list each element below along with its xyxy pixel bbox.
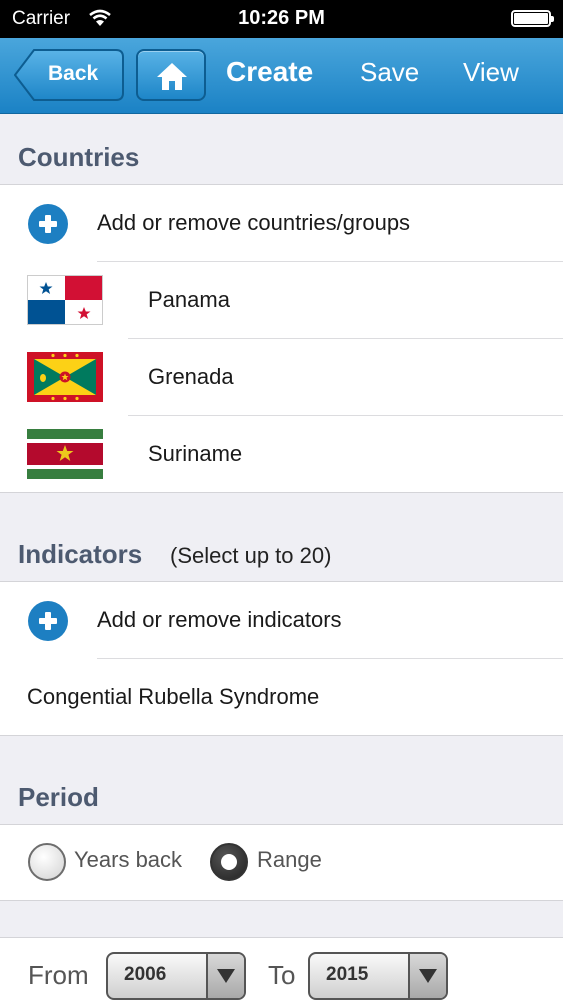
add-indicators-row[interactable]: Add or remove indicators [0,582,563,659]
period-section-header: Period [0,736,563,824]
years-back-radio[interactable] [28,843,66,881]
indicators-list: Add or remove indicators Congential Rube… [0,581,563,736]
country-name: Suriname [148,441,243,466]
add-countries-row[interactable]: Add or remove countries/groups [0,185,563,262]
chevron-down-icon [206,954,244,998]
view-button[interactable]: View [463,57,519,88]
to-year-value: 2015 [326,964,369,985]
indicators-section-header: Indicators (Select up to 20) [0,493,563,581]
range-radio[interactable] [210,843,248,881]
home-button[interactable] [136,49,206,101]
add-countries-label: Add or remove countries/groups [97,210,411,235]
indicator-name: Congential Rubella Syndrome [27,684,320,709]
range-selector-row: From 2006 To 2015 [0,937,563,1000]
grenada-flag-icon [27,352,103,402]
to-label: To [268,960,296,990]
back-button[interactable]: Back [14,49,124,101]
period-options: Years back Range [0,824,563,901]
country-row-grenada[interactable]: Grenada [0,339,563,416]
to-year-select[interactable]: 2015 [308,952,448,1000]
from-year-value: 2006 [124,964,167,985]
from-label: From [28,960,89,990]
panama-flag-icon [27,275,103,325]
years-back-label[interactable]: Years back [74,847,182,873]
plus-circle-icon [28,601,68,641]
indicators-subtitle: (Select up to 20) [170,543,332,568]
navigation-bar: Back Create Save View [0,38,563,114]
from-year-select[interactable]: 2006 [106,952,246,1000]
save-button[interactable]: Save [360,57,419,88]
countries-list: Add or remove countries/groups Panama Gr… [0,184,563,493]
period-title: Period [18,782,99,812]
country-row-panama[interactable]: Panama [0,262,563,339]
countries-section-header: Countries [0,114,563,184]
chevron-down-icon [408,954,446,998]
indicators-title: Indicators [18,539,143,569]
country-name: Panama [148,287,230,312]
page-title: Create [226,56,314,87]
clock: 10:26 PM [238,7,325,29]
plus-circle-icon [28,204,68,244]
add-indicators-label: Add or remove indicators [97,607,342,632]
battery-icon [511,10,554,27]
home-icon [157,63,187,90]
suriname-flag-icon [27,429,103,479]
back-label: Back [48,62,99,85]
status-bar: Carrier 10:26 PM [0,0,563,38]
country-name: Grenada [148,364,234,389]
indicator-row[interactable]: Congential Rubella Syndrome [0,659,563,736]
countries-title: Countries [18,142,140,172]
country-row-suriname[interactable]: Suriname [0,416,563,493]
range-label[interactable]: Range [257,847,322,873]
